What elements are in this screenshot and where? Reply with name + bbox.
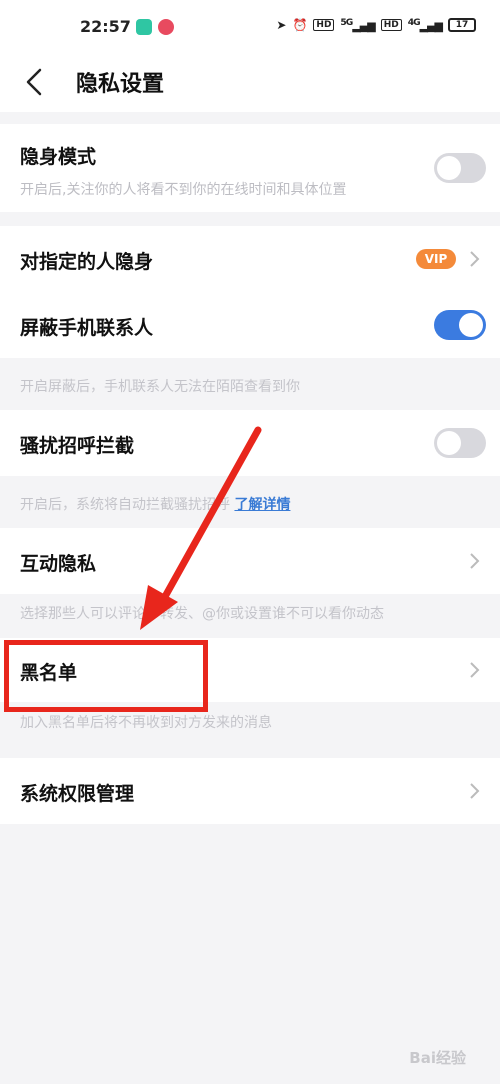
settings-row-specific-hide[interactable]: 对指定的人隐身 VIP	[0, 226, 500, 292]
status-time: 22:57	[80, 17, 131, 36]
vip-badge: VIP	[416, 249, 456, 269]
hd-badge: HD	[313, 18, 335, 31]
row-label: 隐身模式	[20, 146, 97, 168]
settings-row-stealth[interactable]: 隐身模式 开启后,关注你的人将看不到你的在线时间和具体位置	[0, 124, 500, 212]
toggle-knob	[437, 156, 461, 180]
app-notification-icon	[136, 19, 152, 35]
row-label: 骚扰招呼拦截	[20, 435, 135, 457]
toggle-knob	[437, 431, 461, 455]
chevron-right-icon	[470, 662, 480, 678]
settings-row-harass[interactable]: 骚扰招呼拦截	[0, 410, 500, 476]
interact-note: 选择那些人可以评论、转发、@你或设置谁不可以看你动态	[20, 606, 384, 622]
app-notification-icon-2	[158, 19, 174, 35]
stealth-toggle[interactable]	[434, 153, 486, 183]
status-bar: 22:57 ➤ ⏰ HD 5G▂▄▆ HD 4G▂▄▆ 17	[0, 0, 500, 56]
harass-note: 开启后，系统将自动拦截骚扰招呼 了解详情	[20, 497, 291, 513]
toggle-knob	[459, 313, 483, 337]
row-description: 开启后,关注你的人将看不到你的在线时间和具体位置	[20, 182, 347, 198]
blacklist-note: 加入黑名单后将不再收到对方发来的消息	[20, 715, 272, 731]
watermark: Bai经验	[409, 1049, 466, 1067]
chevron-right-icon	[470, 251, 480, 267]
status-icons: ➤ ⏰ HD 5G▂▄▆ HD 4G▂▄▆ 17	[276, 17, 476, 33]
header: 隐私设置	[0, 56, 500, 112]
alarm-icon: ⏰	[292, 17, 308, 32]
harass-toggle[interactable]	[434, 428, 486, 458]
signal-icon-2: 4G▂▄▆	[407, 17, 443, 33]
row-label: 对指定的人隐身	[20, 251, 154, 273]
back-arrow-icon[interactable]	[20, 64, 52, 100]
row-label: 屏蔽手机联系人	[20, 317, 154, 339]
hd-badge-2: HD	[380, 18, 402, 31]
battery-icon: 17	[448, 17, 476, 32]
location-icon: ➤	[276, 17, 287, 32]
chevron-right-icon	[470, 783, 480, 799]
row-label: 互动隐私	[20, 553, 97, 575]
row-label: 系统权限管理	[20, 783, 135, 805]
learn-more-link[interactable]: 了解详情	[234, 497, 290, 513]
settings-row-interact[interactable]: 互动隐私	[0, 528, 500, 594]
chevron-right-icon	[470, 553, 480, 569]
settings-row-system-permissions[interactable]: 系统权限管理	[0, 758, 500, 824]
signal-icon: 5G▂▄▆	[340, 17, 375, 33]
annotation-highlight-box	[4, 640, 208, 712]
block-contacts-note: 开启屏蔽后，手机联系人无法在陌陌查看到你	[20, 379, 300, 395]
block-contacts-toggle[interactable]	[434, 310, 486, 340]
page-title: 隐私设置	[76, 72, 165, 97]
settings-row-block-contacts[interactable]: 屏蔽手机联系人	[0, 292, 500, 358]
